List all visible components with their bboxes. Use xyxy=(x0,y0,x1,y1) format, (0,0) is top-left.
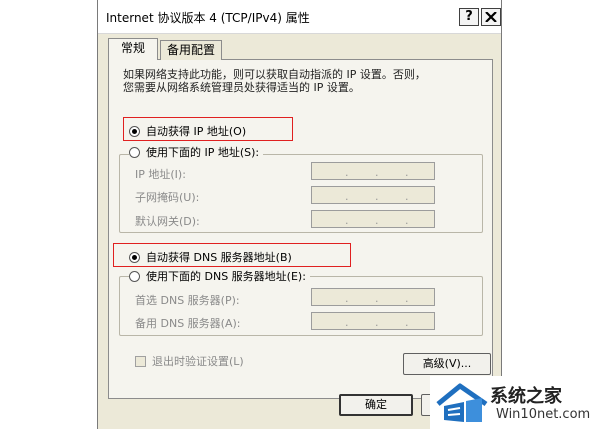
tab-general[interactable]: 常规 xyxy=(108,38,158,60)
dns-auto-label: 自动获得 DNS 服务器地址(B) xyxy=(146,251,292,264)
advanced-button[interactable]: 高级(V)... xyxy=(403,353,491,375)
subnet-mask-input[interactable]: ... xyxy=(311,186,435,204)
close-icon xyxy=(485,12,497,22)
tab-alternate-configuration[interactable]: 备用配置 xyxy=(160,40,222,60)
general-tab-panel: 如果网络支持此功能，则可以获取自动指派的 IP 设置。否则， 您需要从网络系统管… xyxy=(108,59,493,399)
preferred-dns-label: 首选 DNS 服务器(P): xyxy=(135,294,240,307)
ip-auto-radio-dot[interactable] xyxy=(129,126,140,137)
ip-address-input[interactable]: ... xyxy=(311,162,435,180)
watermark-title: 系统之家 xyxy=(490,386,562,407)
alternate-dns-input[interactable]: ... xyxy=(311,312,435,330)
watermark-url: Win10net.com xyxy=(496,407,591,422)
description-line-2: 您需要从网络系统管理员处获得适当的 IP 设置。 xyxy=(123,81,360,94)
help-button[interactable]: ? xyxy=(459,8,479,26)
default-gateway-input[interactable]: ... xyxy=(311,210,435,228)
dns-auto-radio[interactable]: 自动获得 DNS 服务器地址(B) xyxy=(129,249,292,265)
title-bar[interactable]: Internet 协议版本 4 (TCP/IPv4) 属性 ? xyxy=(98,0,501,34)
ip-auto-radio[interactable]: 自动获得 IP 地址(O) xyxy=(129,123,246,139)
ip-auto-label: 自动获得 IP 地址(O) xyxy=(146,125,247,138)
ok-button[interactable]: 确定 xyxy=(339,394,413,416)
site-watermark: 系统之家 Win10net.com xyxy=(430,376,600,429)
dns-auto-radio-dot[interactable] xyxy=(129,252,140,263)
dns-manual-label: 使用下面的 DNS 服务器地址(E): xyxy=(146,270,306,283)
default-gateway-label: 默认网关(D): xyxy=(135,215,200,228)
preferred-dns-input[interactable]: ... xyxy=(311,288,435,306)
ip-manual-radio[interactable]: 使用下面的 IP 地址(S): xyxy=(129,144,264,160)
ipv4-properties-dialog: Internet 协议版本 4 (TCP/IPv4) 属性 ? 常规 备用配置 … xyxy=(97,0,502,429)
description-line-1: 如果网络支持此功能，则可以获取自动指派的 IP 设置。否则， xyxy=(123,68,426,81)
description-text: 如果网络支持此功能，则可以获取自动指派的 IP 设置。否则， 您需要从网络系统管… xyxy=(123,68,483,94)
validate-settings-checkbox[interactable]: 退出时验证设置(L) xyxy=(135,353,244,369)
alternate-dns-label: 备用 DNS 服务器(A): xyxy=(135,317,241,330)
validate-settings-label: 退出时验证设置(L) xyxy=(152,355,244,368)
validate-settings-box[interactable] xyxy=(135,356,146,367)
house-logo-icon xyxy=(436,383,488,422)
dns-manual-radio-dot[interactable] xyxy=(129,271,140,282)
subnet-mask-label: 子网掩码(U): xyxy=(135,191,200,204)
ip-address-label: IP 地址(I): xyxy=(135,168,186,181)
ip-manual-radio-dot[interactable] xyxy=(129,147,140,158)
dns-manual-radio[interactable]: 使用下面的 DNS 服务器地址(E): xyxy=(129,268,310,284)
window-title: Internet 协议版本 4 (TCP/IPv4) 属性 xyxy=(106,11,310,25)
ip-manual-label: 使用下面的 IP 地址(S): xyxy=(146,146,260,159)
close-button[interactable] xyxy=(481,8,501,26)
